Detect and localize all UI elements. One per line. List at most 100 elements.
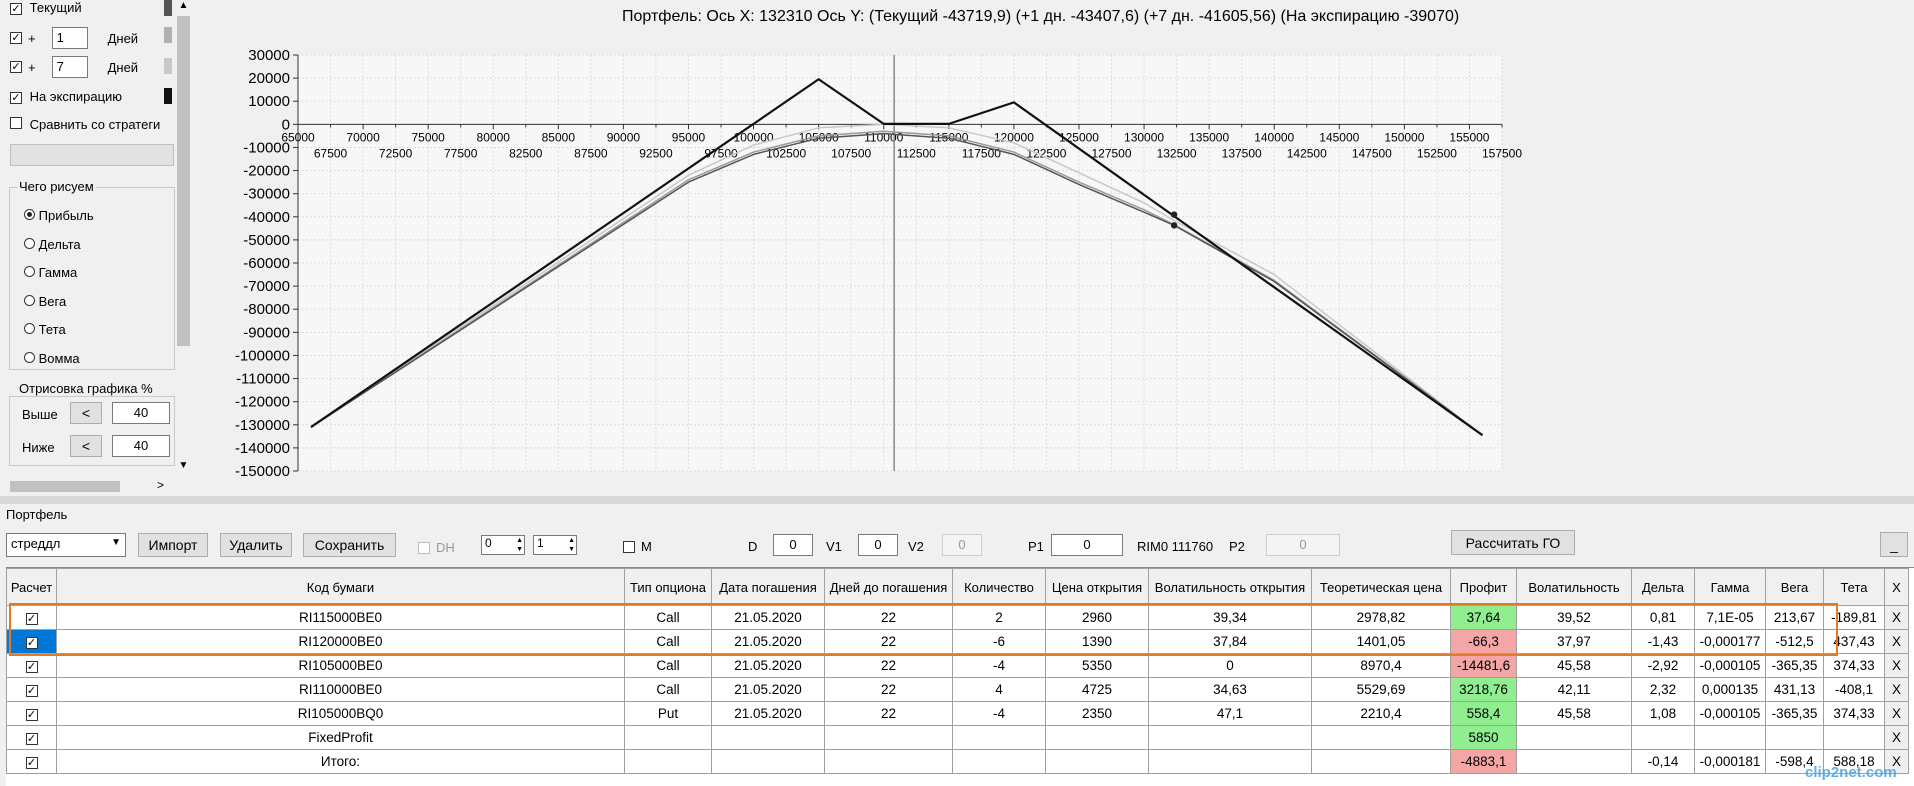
column-header[interactable]: Вега	[1765, 568, 1824, 606]
p1-input[interactable]: 0	[1051, 534, 1123, 556]
check-current[interactable]: ✓	[10, 3, 22, 15]
column-header[interactable]: Дата погашения	[711, 568, 825, 606]
left-vertical-scrollbar[interactable]: ▲ ▼	[175, 0, 192, 475]
calc-checkbox-cell[interactable]: ✓	[6, 701, 57, 726]
v1-input[interactable]: 0	[858, 534, 898, 556]
radio-gamma[interactable]: Гамма	[24, 259, 94, 288]
compare-row[interactable]: Сравнить со стратеги	[10, 117, 160, 132]
x-tick-label: 152500	[1417, 146, 1457, 160]
calc-checkbox[interactable]: ✓	[25, 709, 38, 721]
chevron-down-icon[interactable]: ▼	[111, 537, 121, 548]
remove-row-button[interactable]: X	[1884, 677, 1909, 702]
scroll-up-arrow-icon[interactable]: ▲	[175, 0, 192, 14]
above-input[interactable]: 40	[112, 402, 170, 424]
portfolio-label: Портфель	[6, 507, 68, 522]
selection-highlight	[9, 603, 1838, 656]
color-swatch-current	[164, 0, 172, 16]
pnl-chart[interactable]: 3000020000100000-10000-20000-30000-40000…	[192, 0, 1914, 495]
dh-check-row[interactable]: DH	[418, 540, 455, 555]
table-row[interactable]: ✓ RI110000BE0 Call 21.05.2020 22 4 4725 34,63 55…	[6, 677, 1909, 702]
calc-checkbox[interactable]: ✓	[25, 661, 38, 673]
spin1-arrows-icon[interactable]: ▲ ▼	[516, 536, 523, 554]
column-header[interactable]: Тип опциона	[624, 568, 712, 606]
cell-vega: -365,35	[1765, 701, 1824, 726]
remove-row-button[interactable]: X	[1884, 701, 1909, 726]
cell-vol	[1516, 725, 1632, 750]
column-header[interactable]: Количество	[952, 568, 1046, 606]
calc-checkbox[interactable]: ✓	[25, 757, 38, 769]
hscroll-thumb[interactable]	[10, 481, 120, 492]
column-header[interactable]: Цена открытия	[1045, 568, 1149, 606]
column-header[interactable]: Гамма	[1694, 568, 1766, 606]
check-plus7[interactable]: ✓	[10, 61, 22, 73]
above-decrease-button[interactable]: <	[70, 402, 102, 424]
minimize-button[interactable]: _	[1880, 532, 1908, 557]
radio-theta[interactable]: Тета	[24, 316, 94, 345]
column-header[interactable]: X	[1884, 568, 1909, 606]
radio-vega[interactable]: Вега	[24, 288, 94, 317]
days7-input[interactable]: 7	[51, 56, 88, 78]
table-row[interactable]: ✓ RI105000BE0 Call 21.05.2020 22 -4 5350 0 8970,…	[6, 653, 1909, 678]
column-header[interactable]: Дней до погашения	[824, 568, 953, 606]
save-button[interactable]: Сохранить	[303, 533, 396, 557]
x-tick-label: 150000	[1384, 130, 1424, 144]
compare-strategy-select[interactable]	[10, 144, 174, 166]
cell-days	[824, 725, 953, 750]
d-input[interactable]: 0	[773, 534, 813, 556]
radio-vomma[interactable]: Вомма	[24, 345, 94, 374]
spin1-input[interactable]: 0 ▲ ▼	[481, 535, 525, 555]
v2-input[interactable]: 0	[942, 534, 982, 556]
calc-margin-button[interactable]: Рассчитать ГО	[1451, 530, 1575, 555]
below-input[interactable]: 40	[112, 435, 170, 457]
column-header[interactable]: Тета	[1823, 568, 1885, 606]
calc-checkbox-cell[interactable]: ✓	[6, 725, 57, 750]
remove-row-button[interactable]: X	[1884, 605, 1909, 630]
m-check-row[interactable]: M	[623, 539, 652, 554]
check-current-row[interactable]: ✓ Текущий	[10, 0, 82, 15]
table-header-row: Расчет Код бумаги Тип опциона Дата погашени…	[6, 568, 1909, 606]
check-expiration-row[interactable]: ✓ На экспирацию	[10, 89, 122, 104]
check-expiration[interactable]: ✓	[10, 92, 22, 104]
splitter[interactable]	[0, 496, 1914, 504]
calc-checkbox-cell[interactable]: ✓	[6, 677, 57, 702]
remove-row-button[interactable]: X	[1884, 725, 1909, 750]
table-row[interactable]: ✓ Итого: -4883,1 -0,14 -0,000181 -598,4 588,18…	[6, 749, 1909, 774]
spin2-arrows-icon[interactable]: ▲ ▼	[568, 536, 575, 554]
calc-checkbox[interactable]: ✓	[25, 733, 38, 745]
days1-input[interactable]: 1	[51, 27, 88, 49]
column-header[interactable]: Код бумаги	[56, 568, 625, 606]
cell-vol_open	[1148, 749, 1312, 774]
table-row[interactable]: ✓ RI105000BQ0 Put 21.05.2020 22 -4 2350 47,1 221…	[6, 701, 1909, 726]
scroll-right-arrow-icon[interactable]: >	[157, 478, 164, 492]
calc-checkbox[interactable]: ✓	[25, 685, 38, 697]
check-compare[interactable]	[10, 117, 22, 129]
radio-profit[interactable]: Прибыль	[24, 202, 94, 231]
column-header[interactable]: Волатильность	[1516, 568, 1632, 606]
dh-checkbox[interactable]	[418, 541, 430, 554]
column-header[interactable]: Волатильность открытия	[1148, 568, 1312, 606]
table-row[interactable]: ✓ FixedProfit 5850 X	[6, 725, 1909, 750]
spin2-input[interactable]: 1 ▲ ▼	[533, 535, 577, 555]
radio-delta[interactable]: Дельта	[24, 231, 94, 260]
column-header[interactable]: Профит	[1450, 568, 1517, 606]
scroll-thumb[interactable]	[177, 16, 190, 346]
check-plus1[interactable]: ✓	[10, 32, 22, 44]
calc-checkbox-cell[interactable]: ✓	[6, 749, 57, 774]
column-header[interactable]: Теоретическая цена	[1311, 568, 1451, 606]
column-header[interactable]: Расчет	[6, 568, 57, 606]
delete-button[interactable]: Удалить	[220, 533, 292, 557]
import-button[interactable]: Импорт	[138, 533, 208, 557]
calc-checkbox-cell[interactable]: ✓	[6, 653, 57, 678]
column-header[interactable]: Дельта	[1631, 568, 1695, 606]
plus-label: +	[28, 59, 36, 75]
left-horizontal-scrollbar[interactable]: >	[0, 478, 175, 495]
remove-row-button[interactable]: X	[1884, 629, 1909, 654]
scroll-down-arrow-icon[interactable]: ▼	[175, 460, 192, 474]
p2-input[interactable]: 0	[1266, 534, 1340, 556]
x-tick-label: 127500	[1091, 146, 1131, 160]
strategy-select[interactable]: стреддл ▼	[6, 533, 126, 557]
remove-row-button[interactable]: X	[1884, 653, 1909, 678]
m-checkbox[interactable]	[623, 540, 635, 553]
x-tick-label: 135000	[1189, 130, 1229, 144]
below-decrease-button[interactable]: <	[70, 435, 102, 457]
